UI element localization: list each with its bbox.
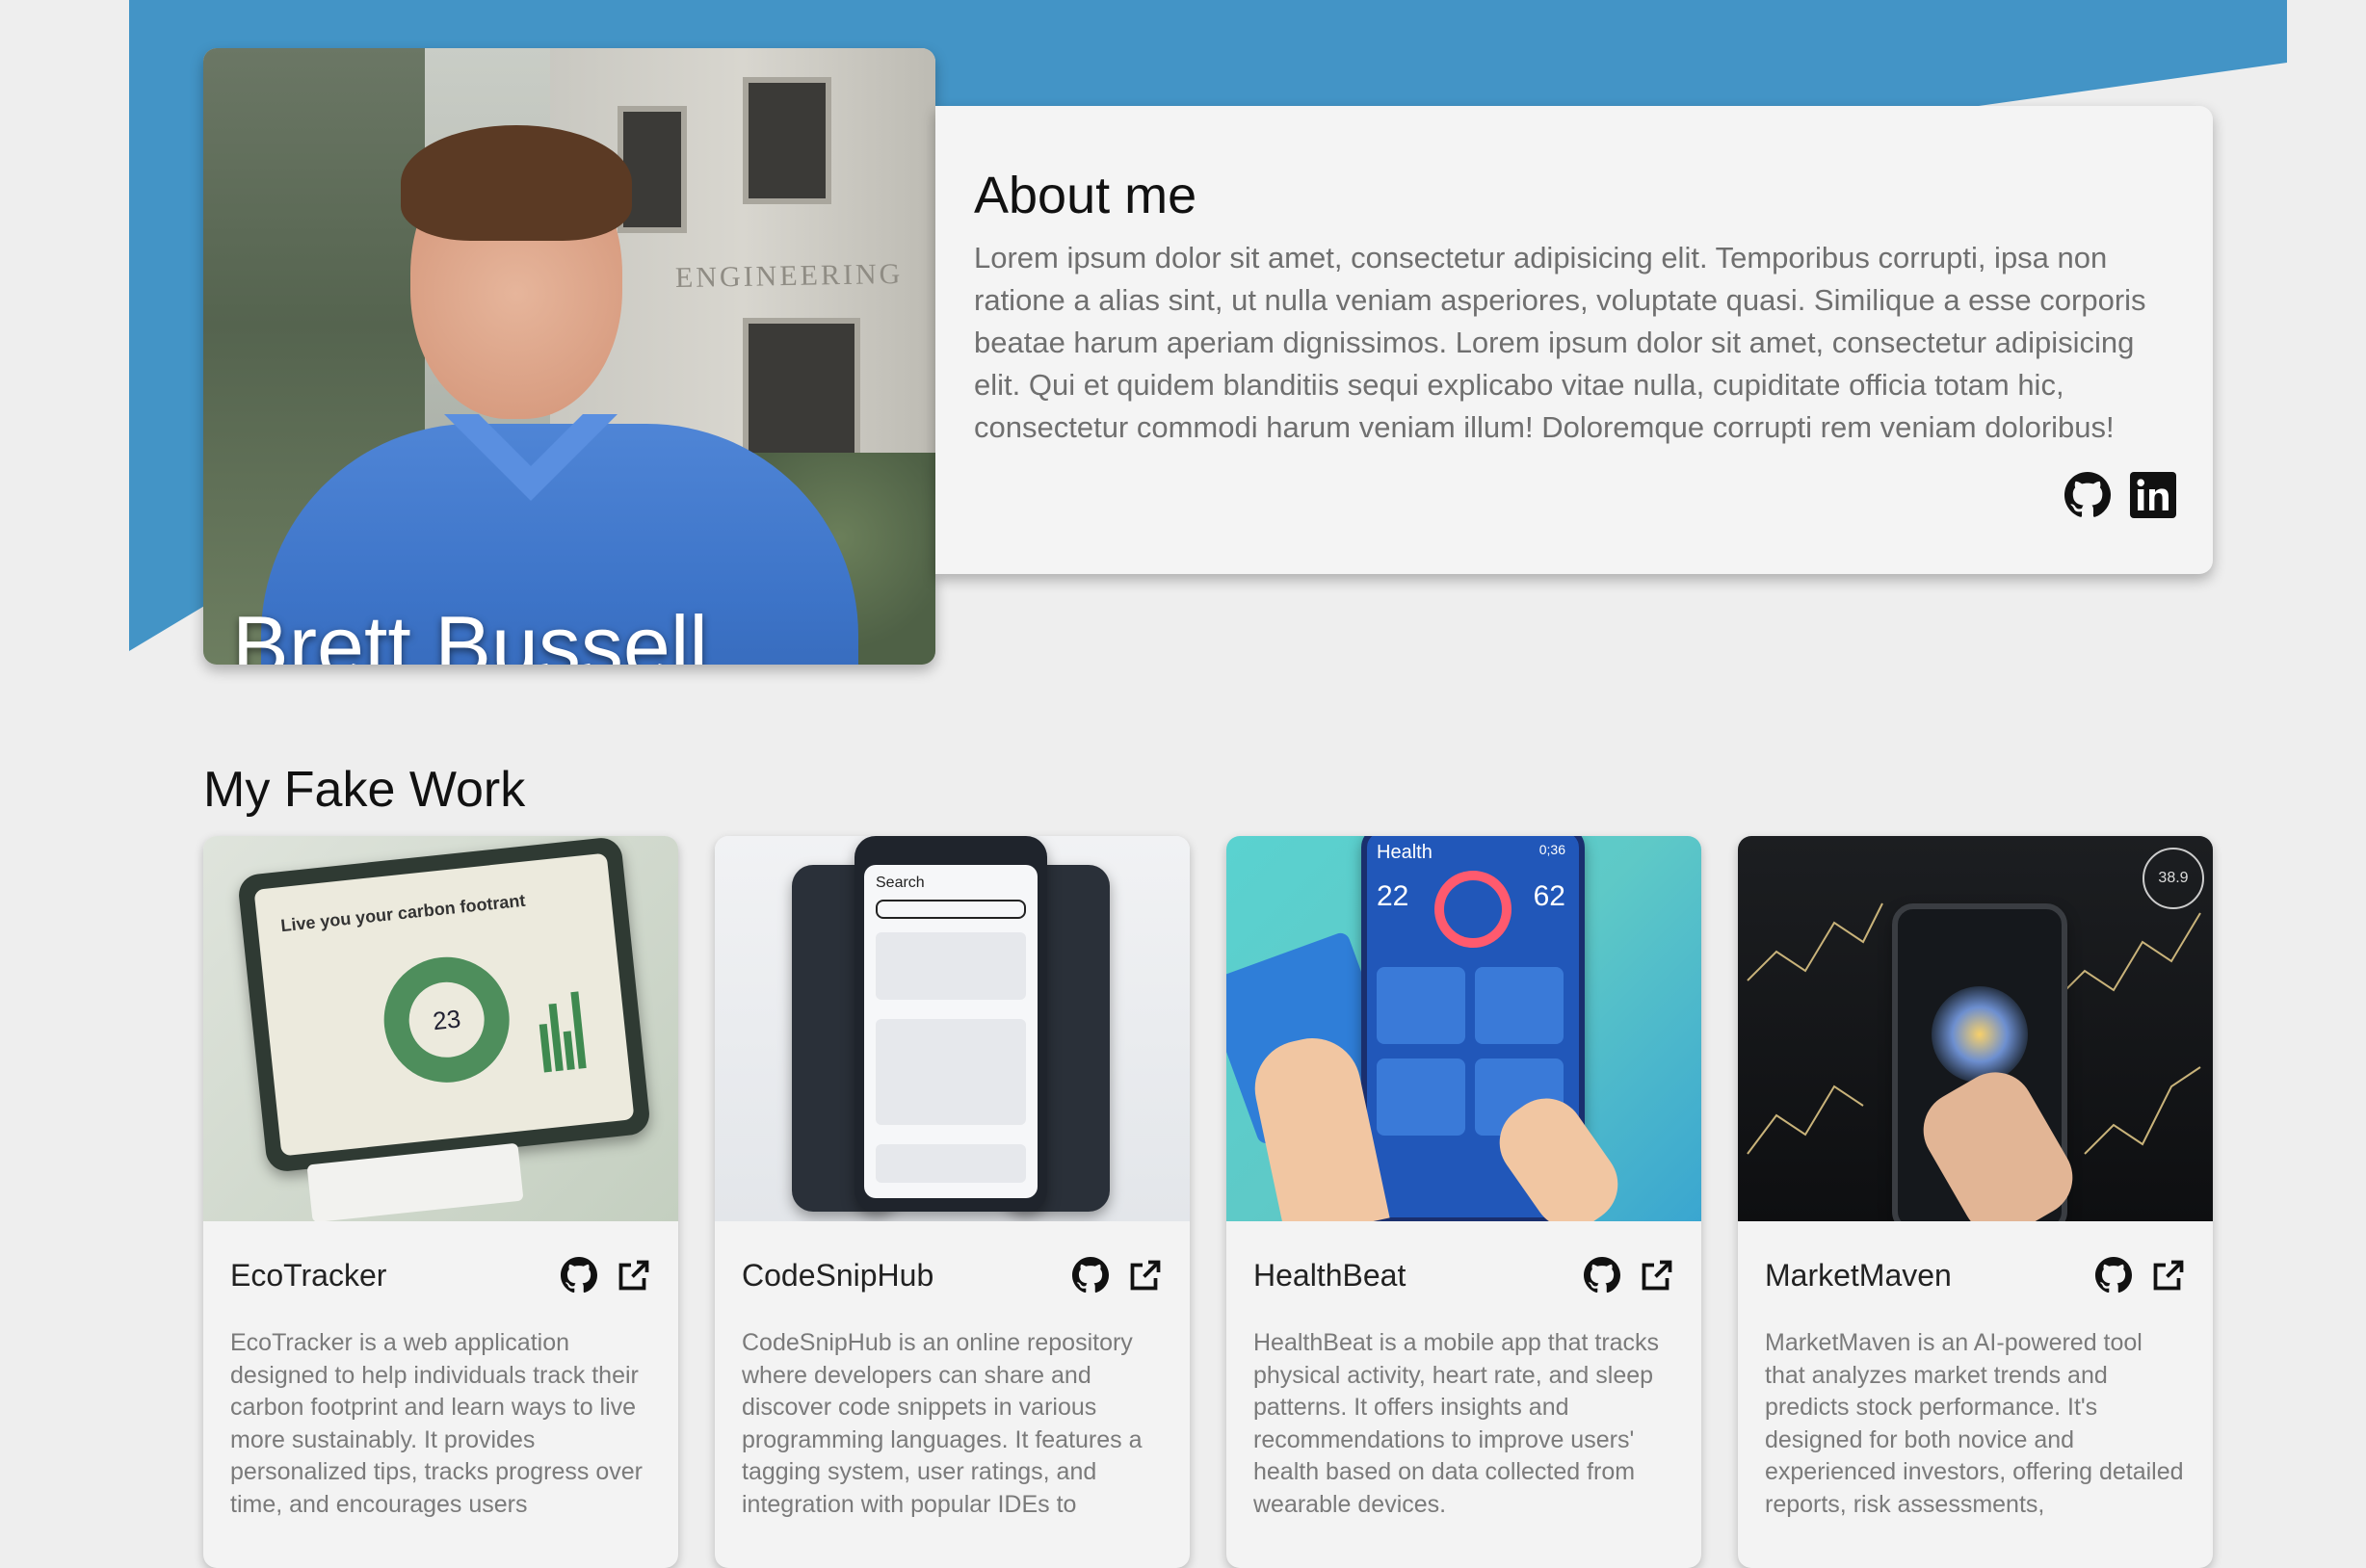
github-icon[interactable] [1584,1257,1620,1294]
donut-chart: 23 [378,951,516,1089]
work-section-title: My Fake Work [203,762,526,818]
project-card-codesniphub: Search CodeSnipHub CodeSnipHub is an onl… [715,836,1190,1568]
github-icon[interactable] [561,1257,597,1294]
tablet-illustration: Live you your carbon footrant 23 [236,836,652,1174]
github-icon[interactable] [2095,1257,2132,1294]
external-link-icon[interactable] [617,1258,651,1293]
about-title: About me [974,167,1197,224]
project-title: HealthBeat [1253,1257,1406,1293]
project-card-healthbeat: Health 0;36 22 62 HealthBeat HealthBeat … [1226,836,1701,1568]
project-description: EcoTracker is a web application designed… [230,1329,643,1518]
project-cards: Live you your carbon footrant 23 EcoTrac… [203,836,2213,1568]
image-caption: Live you your carbon footrant [279,890,527,936]
image-caption: Search [876,875,925,891]
github-icon[interactable] [2064,472,2111,518]
external-link-icon[interactable] [2151,1258,2186,1293]
phone-illustration: Search [854,836,1047,1212]
value-badge: 38.9 [2143,848,2204,909]
building-engraving: ENGINEERING [674,257,904,295]
heart-rate-ring [1434,871,1512,948]
chart-orb [1932,986,2028,1083]
image-caption: Health [1377,842,1433,863]
project-card-ecotracker: Live you your carbon footrant 23 EcoTrac… [203,836,678,1568]
project-title: EcoTracker [230,1257,387,1293]
linkedin-icon[interactable] [2130,472,2176,518]
project-description: CodeSnipHub is an online repository wher… [742,1329,1143,1518]
profile-name: Brett Bussell [232,598,708,665]
external-link-icon[interactable] [1640,1258,1674,1293]
marketmaven-image: 38.9 [1738,836,2213,1221]
ecotracker-image: Live you your carbon footrant 23 [203,836,678,1221]
healthbeat-image: Health 0;36 22 62 [1226,836,1701,1221]
project-description: MarketMaven is an AI-powered tool that a… [1765,1329,2184,1518]
codesniphub-image: Search [715,836,1190,1221]
project-title: CodeSnipHub [742,1257,934,1293]
project-title: MarketMaven [1765,1257,1952,1293]
about-card: About me Lorem ipsum dolor sit amet, con… [935,106,2213,574]
project-description: HealthBeat is a mobile app that tracks p… [1253,1329,1660,1518]
social-links [2064,472,2176,518]
about-text: Lorem ipsum dolor sit amet, consectetur … [974,241,2146,444]
external-link-icon[interactable] [1128,1258,1163,1293]
project-card-marketmaven: 38.9 MarketMaven MarketMaven is an AI-po… [1738,836,2213,1568]
window [743,77,831,204]
github-icon[interactable] [1072,1257,1109,1294]
profile-photo-card: ENGINEERING Brett Bussell [203,48,935,665]
person-hair [401,125,632,241]
